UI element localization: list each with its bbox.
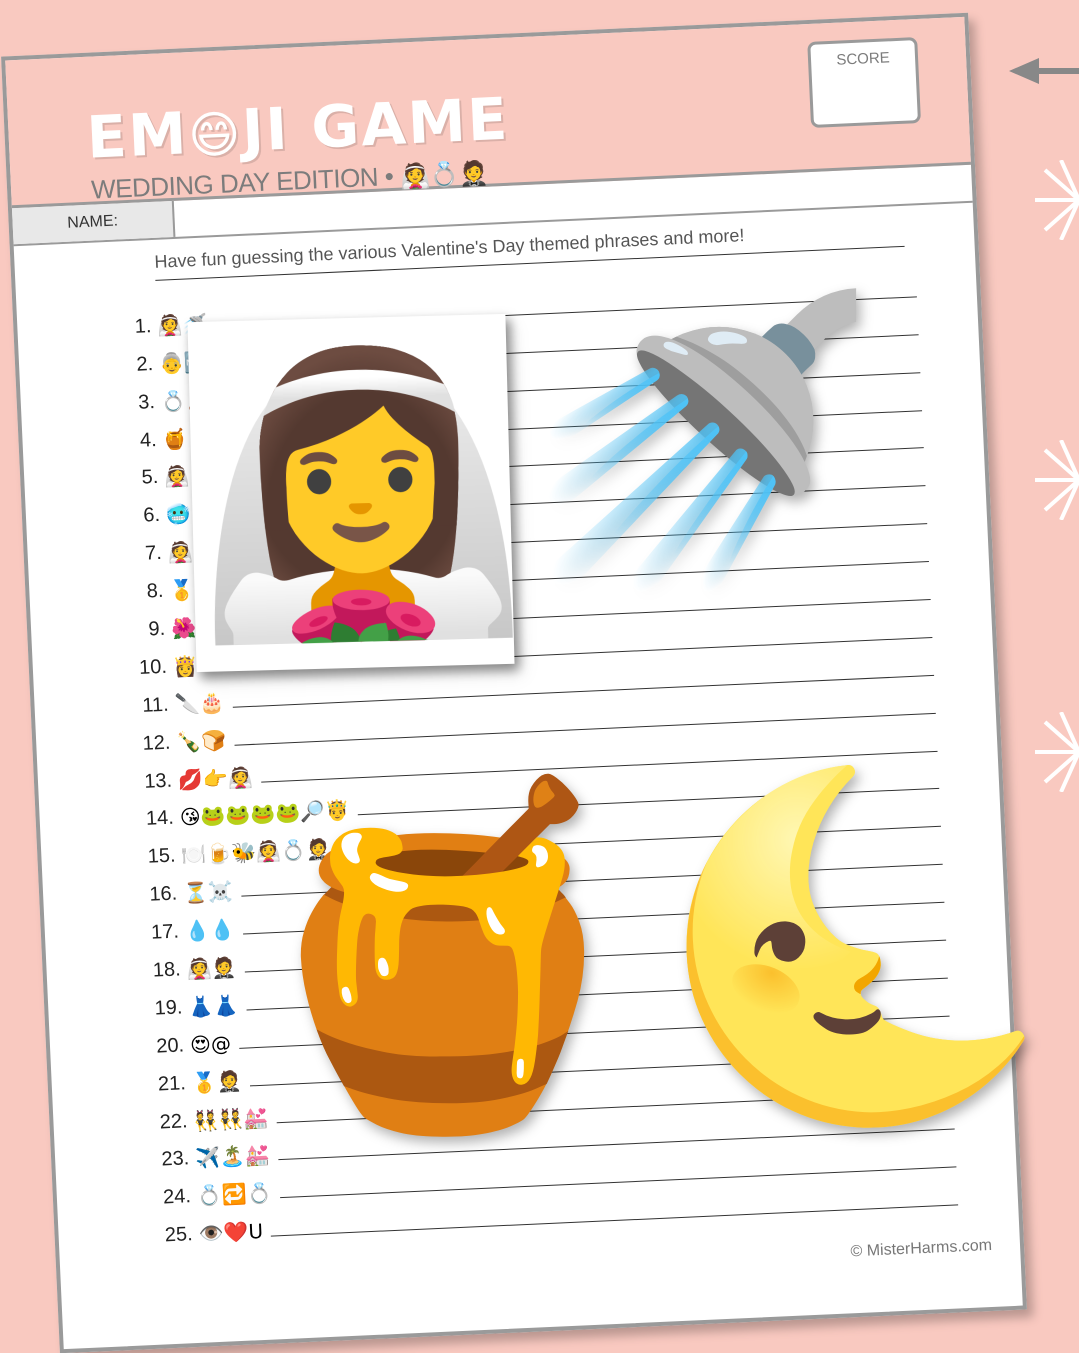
moon-face-icon: 🌜 bbox=[650, 753, 1061, 1137]
clue-emoji-icon: 👰 bbox=[163, 463, 190, 490]
honey-pot-icon: 🍯 bbox=[238, 763, 649, 1147]
clue-number: 8. bbox=[146, 579, 164, 603]
clue-number: 21. bbox=[157, 1072, 187, 1096]
clue-number: 5. bbox=[141, 466, 159, 490]
clue-emoji-icon: ✈️🏝️💒 bbox=[194, 1143, 271, 1171]
clue-number: 24. bbox=[162, 1185, 192, 1209]
bride-icon: 👰‍♀️ bbox=[187, 313, 532, 673]
clue-number: 14. bbox=[145, 807, 175, 831]
clue-number: 17. bbox=[150, 920, 180, 944]
clue-emoji-icon: 🥶 bbox=[165, 501, 192, 527]
clue-number: 11. bbox=[141, 693, 170, 717]
clue-emoji-icon: 🍯 bbox=[162, 426, 189, 452]
clue-number: 22. bbox=[159, 1109, 189, 1134]
starburst-icon bbox=[1035, 160, 1079, 240]
clue-number: 9. bbox=[148, 617, 166, 641]
clue-number: 23. bbox=[160, 1147, 190, 1171]
answer-line[interactable] bbox=[271, 1204, 959, 1237]
clue-emoji-icon: 🥇🤵 bbox=[191, 1068, 243, 1095]
clue-emoji-icon: 👗👗 bbox=[187, 992, 239, 1020]
clue-number: 10. bbox=[138, 655, 168, 679]
clue-emoji-icon: 🌺 bbox=[170, 615, 197, 641]
score-box[interactable]: SCORE bbox=[807, 37, 922, 128]
score-label: SCORE bbox=[836, 49, 891, 69]
left-arrow-icon bbox=[1009, 58, 1079, 84]
clue-number: 25. bbox=[164, 1223, 194, 1247]
clue-number: 1. bbox=[134, 314, 152, 338]
clue-emoji-icon: 🍾🍞 bbox=[175, 727, 227, 755]
grinning-face-icon: 😄 bbox=[186, 104, 244, 166]
starburst-icon bbox=[1035, 440, 1079, 520]
clue-number: 7. bbox=[144, 542, 163, 565]
clue-emoji-icon: 👰 bbox=[167, 539, 194, 565]
clue-emoji-icon: 💍🔁💍 bbox=[196, 1180, 273, 1209]
clue-emoji-icon: 👁️❤️U bbox=[198, 1219, 264, 1247]
clue-number: 18. bbox=[152, 958, 182, 982]
clue-emoji-icon: 💧💧 bbox=[184, 917, 236, 944]
clue-number: 12. bbox=[142, 731, 171, 755]
clue-number: 4. bbox=[139, 428, 158, 452]
clue-emoji-icon: 👰🤵 bbox=[186, 954, 237, 982]
clue-number: 15. bbox=[147, 844, 176, 869]
credit-text: © MisterHarms.com bbox=[850, 1236, 993, 1261]
bride-ring-groom-icon: 👰💍🤵 bbox=[399, 159, 489, 191]
clue-number: 19. bbox=[154, 996, 183, 1020]
name-label: NAME: bbox=[11, 200, 176, 245]
shower-icon: 🚿 bbox=[528, 277, 877, 603]
clue-emoji-icon: ⏳☠️ bbox=[182, 879, 234, 906]
clue-number: 3. bbox=[137, 390, 156, 414]
clue-number: 13. bbox=[143, 769, 173, 793]
clue-emoji-icon: 🥇 bbox=[168, 577, 195, 603]
clue-number: 2. bbox=[135, 352, 154, 376]
clue-emoji-icon: 👸 bbox=[172, 653, 199, 679]
game-title: EM😄JI GAME bbox=[85, 84, 511, 172]
clue-emoji-icon: 🔪🎂 bbox=[174, 689, 225, 717]
clue-number: 16. bbox=[148, 882, 178, 906]
clue-emoji-icon: 😍@ bbox=[189, 1031, 232, 1057]
clue-number: 20. bbox=[155, 1034, 185, 1058]
clue-number: 6. bbox=[142, 504, 161, 527]
worksheet: EM😄JI GAME WEDDING DAY EDITION • 👰💍🤵 SCO… bbox=[1, 12, 1027, 1353]
